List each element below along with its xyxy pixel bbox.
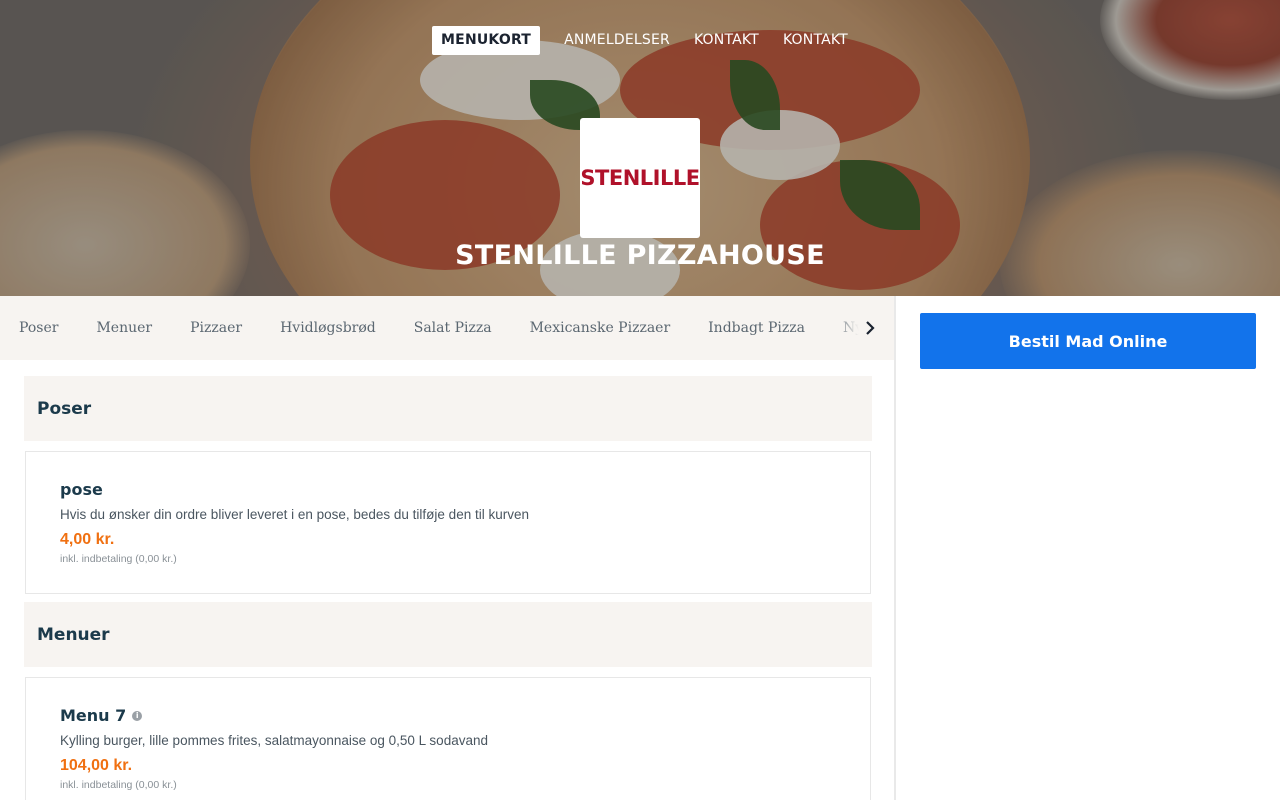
category-tab[interactable]: Pizzaer <box>171 320 261 336</box>
nav-menukort[interactable]: MENUKORT <box>432 26 541 55</box>
menu-item[interactable]: Menu 7 i Kylling burger, lille pommes frit… <box>25 677 871 800</box>
menu-item-description: Hvis du ønsker din ordre bliver leveret … <box>60 507 529 522</box>
category-tab[interactable]: Hvidløgsbrød <box>261 320 395 336</box>
nav-kontakt[interactable]: KONTAKT <box>694 26 759 55</box>
menu-item-name-row: Menu 7 i <box>60 706 836 725</box>
section-heading: Poser <box>24 376 872 441</box>
nav-kontakt-2[interactable]: KONTAKT <box>783 26 848 55</box>
category-tab[interactable]: Mexicanske Pizzaer <box>511 320 690 336</box>
menu-content: Poser pose Hvis du ønsker din ordre bliver… <box>24 376 872 800</box>
restaurant-title: STENLILLE PIZZAHOUSE <box>455 240 825 271</box>
menu-item-name-row: pose <box>60 480 836 499</box>
info-icon[interactable]: i <box>132 710 143 721</box>
category-list: Poser Menuer Pizzaer Hvidløgsbrød Salat Pizz… <box>0 296 896 360</box>
category-scroll-right-button[interactable] <box>834 296 896 360</box>
category-tab[interactable]: Menuer <box>77 320 171 336</box>
menu-item-name: Menu 7 <box>60 706 127 725</box>
restaurant-logo: STENLILLE <box>580 118 700 238</box>
nav-anmeldelser[interactable]: ANMELDELSER <box>564 26 670 55</box>
section-heading: Menuer <box>24 602 872 667</box>
menu-item-deposit-note: inkl. indbetaling (0,00 kr.) <box>60 553 177 565</box>
menu-item[interactable]: pose Hvis du ønsker din ordre bliver leve… <box>25 451 871 594</box>
logo-text: STENLILLE <box>580 166 700 190</box>
menu-item-price: 104,00 kr. <box>60 757 133 774</box>
menu-item-deposit-note: inkl. indbetaling (0,00 kr.) <box>60 779 177 791</box>
menu-item-name: pose <box>60 480 103 499</box>
column-divider <box>894 296 896 800</box>
menu-item-description: Kylling burger, lille pommes frites, sal… <box>60 733 488 748</box>
category-tab[interactable]: Poser <box>0 320 77 336</box>
order-online-button[interactable]: Bestil Mad Online <box>920 313 1256 369</box>
chevron-right-icon <box>866 321 875 335</box>
category-bar: Poser Menuer Pizzaer Hvidløgsbrød Salat Pizz… <box>0 296 896 360</box>
top-navigation: MENUKORT ANMELDELSER KONTAKT KONTAKT <box>0 26 1280 55</box>
category-tab[interactable]: Salat Pizza <box>395 320 511 336</box>
category-tab[interactable]: Indbagt Pizza <box>689 320 824 336</box>
menu-item-price: 4,00 kr. <box>60 531 115 548</box>
hero-banner: MENUKORT ANMELDELSER KONTAKT KONTAKT STE… <box>0 0 1280 296</box>
